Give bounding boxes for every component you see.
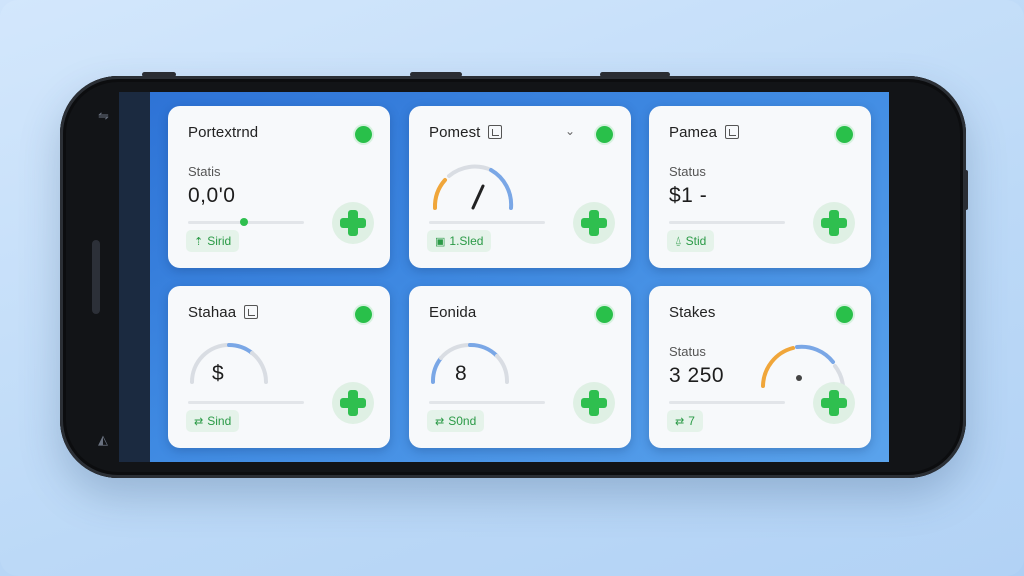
status-indicator-icon [596,126,613,143]
progress-track [188,401,304,404]
dashboard-card[interactable]: Stakes Status 3 250 ⇄ 7 [649,286,871,448]
status-indicator-icon [596,306,613,323]
status-indicator-icon [355,126,372,143]
gauge-meter [432,164,514,210]
chart-icon [725,125,740,139]
status-value: 0,0'0 [188,184,236,207]
gauge-value: 8 [455,362,467,385]
chip-label: Sirid [207,234,232,248]
card-title: Pomest [429,124,503,141]
gauge-meter [190,342,269,384]
info-chip[interactable]: ⇄ S0nd [427,410,485,432]
status-label: Statis [188,164,221,179]
triangle-icon: ⍙ [675,234,682,247]
progress-track [669,221,785,224]
status-label: Status [669,164,706,179]
gauge-needle [471,184,485,210]
info-chip[interactable]: ⍙ Stid [667,230,715,252]
phone-top-button-2 [410,72,462,77]
calendar-icon: ▣ [435,235,446,248]
card-title: Stahaa [188,304,259,321]
chart-icon [244,305,259,319]
info-chip[interactable]: ⇄ Sind [186,410,240,432]
card-title-text: Stahaa [188,304,237,321]
earpiece-speaker [92,240,100,314]
app-screen: Portextrnd Statis 0,0'0 ⇡ Sirid Pomest ⌄… [150,92,889,462]
progress-track [429,401,545,404]
chip-label: Sind [207,414,232,428]
chart-icon [488,125,503,139]
add-button[interactable] [813,202,855,244]
dashboard-card[interactable]: Stahaa $ ⇄ Sind [168,286,390,448]
phone-top-button-1 [142,72,176,77]
info-chip[interactable]: ⇄ 7 [667,410,703,432]
add-button[interactable] [573,202,615,244]
screen-notch-area [119,92,151,462]
progress-knob[interactable] [240,218,248,226]
nav-back-icon: ⇋ [98,108,109,123]
chip-label: S0nd [448,414,477,428]
progress-track [429,221,545,224]
status-indicator-icon [836,306,853,323]
card-title: Portextrnd [188,124,259,141]
add-button[interactable] [573,382,615,424]
dashboard-card[interactable]: Pamea Status $1 - ⍙ Stid [649,106,871,268]
status-value: $1 - [669,184,708,207]
progress-track [669,401,785,404]
info-chip[interactable]: ⇡ Sirid [186,230,240,252]
status-indicator-icon [836,126,853,143]
card-title-text: Pomest [429,124,481,141]
add-button[interactable] [813,382,855,424]
chevron-down-icon[interactable]: ⌄ [565,124,575,138]
status-value: 3 250 [669,364,725,387]
card-title: Pamea [669,124,740,141]
chip-label: 1.Sled [449,234,484,248]
tree-icon: ⇡ [194,235,204,248]
branch-icon: ⇄ [194,415,204,428]
gauge-meter [431,342,510,384]
gauge-value: $ [212,362,224,385]
add-button[interactable] [332,382,374,424]
dashboard-card[interactable]: Eonida 8 ⇄ S0nd [409,286,631,448]
branch-icon: ⇄ [675,415,685,428]
card-title: Eonida [429,304,477,321]
phone-side-button [964,170,968,210]
branch-icon: ⇄ [435,415,445,428]
nav-home-icon: ◭ [98,432,108,447]
dashboard-card[interactable]: Pomest ⌄ ▣ 1.Sled [409,106,631,268]
chip-label: Stid [685,234,707,248]
phone-top-button-3 [600,72,670,77]
info-chip[interactable]: ▣ 1.Sled [427,230,492,252]
status-label: Status [669,344,706,359]
card-title-text: Pamea [669,124,718,141]
status-indicator-icon [355,306,372,323]
add-button[interactable] [332,202,374,244]
chip-label: 7 [688,414,695,428]
dashboard-card[interactable]: Portextrnd Statis 0,0'0 ⇡ Sirid [168,106,390,268]
card-title: Stakes [669,304,716,321]
